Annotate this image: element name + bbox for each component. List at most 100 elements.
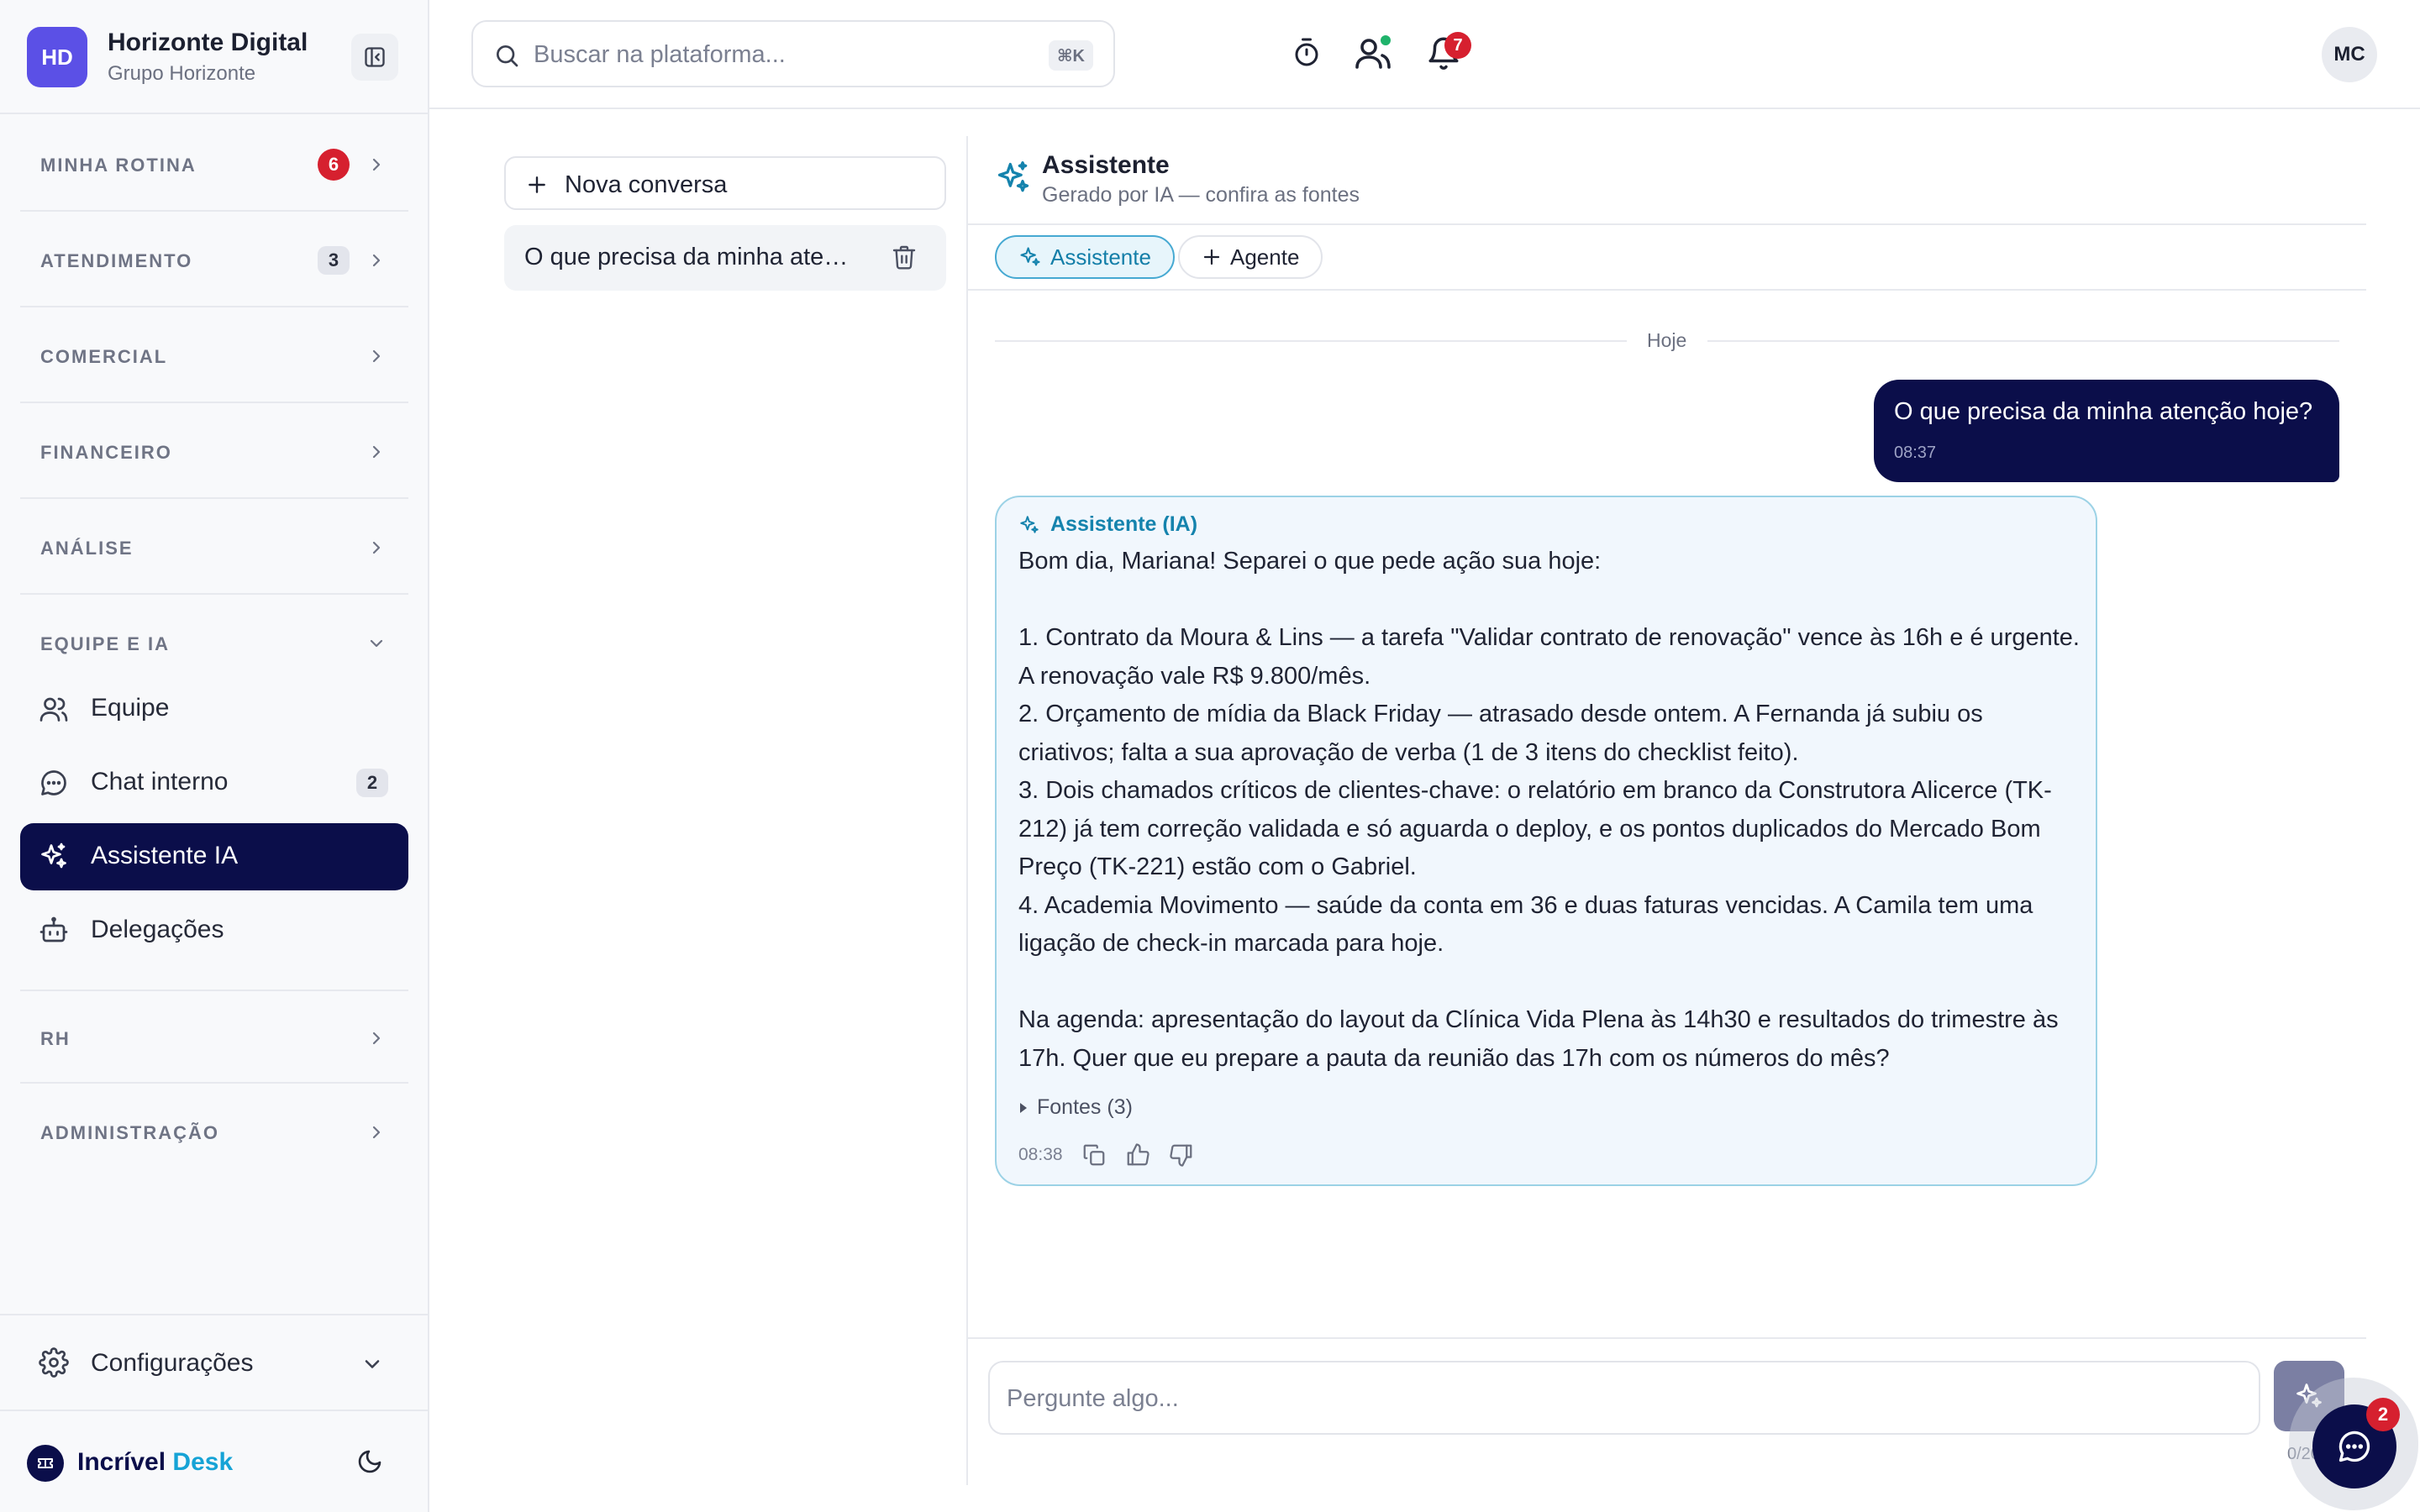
tab-agente[interactable]: Agente bbox=[1178, 235, 1323, 279]
message-paragraph: Bom dia, Mariana! Separei o que pede açã… bbox=[1018, 548, 1602, 575]
sidebar-section-minha-rotina[interactable]: MINHA ROTINA 6 bbox=[20, 118, 408, 212]
section-badge: 3 bbox=[318, 246, 350, 275]
brand-name: Incrível Desk bbox=[77, 1448, 234, 1476]
org-group: Grupo Horizonte bbox=[108, 62, 256, 85]
sidebar-item-chat-interno[interactable]: Chat interno 2 bbox=[20, 749, 408, 816]
search-input[interactable] bbox=[534, 34, 1004, 76]
composer-area: 0/2000 bbox=[968, 1337, 2366, 1485]
chevron-right-icon bbox=[372, 158, 381, 171]
sidebar-item-equipe[interactable]: Equipe bbox=[20, 675, 408, 743]
sidebar-section-rh[interactable]: RH bbox=[20, 990, 408, 1084]
thumbs-up-icon[interactable] bbox=[1125, 1142, 1150, 1168]
sidebar-item-label: Equipe bbox=[91, 694, 170, 722]
section-label: COMERCIAL bbox=[40, 346, 168, 367]
new-conversation-label: Nova conversa bbox=[565, 171, 728, 198]
sidebar: HD Horizonte Digital Grupo Horizonte MIN… bbox=[0, 0, 429, 1512]
sidebar-section-equipe-e-ia[interactable]: EQUIPE E IA bbox=[20, 596, 408, 664]
presence-button[interactable] bbox=[1354, 32, 1394, 72]
user-avatar[interactable]: MC bbox=[2322, 27, 2377, 82]
sidebar-section-analise[interactable]: ANÁLISE bbox=[20, 501, 408, 595]
section-label: ADMINISTRAÇÃO bbox=[40, 1122, 219, 1143]
sidebar-section-administracao[interactable]: ADMINISTRAÇÃO bbox=[20, 1085, 408, 1179]
tab-label: Assistente bbox=[1050, 244, 1151, 270]
sidebar-section-financeiro[interactable]: FINANCEIRO bbox=[20, 405, 408, 499]
message-input[interactable] bbox=[1007, 1378, 2233, 1420]
notifications-badge: 7 bbox=[1444, 32, 1471, 59]
message-time: 08:37 bbox=[1894, 444, 1937, 462]
settings-menu[interactable]: Configurações bbox=[0, 1314, 428, 1411]
tab-assistente[interactable]: Assistente bbox=[995, 235, 1175, 279]
plus-icon bbox=[529, 176, 545, 193]
chat-title: Assistente bbox=[1042, 151, 1170, 179]
user-presence-icon bbox=[1355, 35, 1391, 69]
sidebar-section-comercial[interactable]: COMERCIAL bbox=[20, 309, 408, 403]
timer-button[interactable] bbox=[1292, 35, 1322, 69]
tab-label: Agente bbox=[1230, 244, 1300, 270]
search-icon bbox=[497, 45, 518, 67]
sources-toggle[interactable]: Fontes (3) bbox=[1018, 1095, 1133, 1120]
org-logo: HD bbox=[27, 27, 87, 87]
section-label: FINANCEIRO bbox=[40, 442, 172, 463]
chat-bubble-icon bbox=[2338, 1431, 2370, 1462]
day-label: Hoje bbox=[1647, 329, 1687, 351]
sparkles-icon bbox=[1020, 515, 1039, 533]
thumbs-down-icon[interactable] bbox=[1169, 1142, 1194, 1168]
chat-bubble-icon bbox=[41, 770, 66, 795]
message-time: 08:38 bbox=[1018, 1145, 1063, 1164]
section-label: ATENDIMENTO bbox=[40, 250, 193, 271]
chevron-down-icon bbox=[365, 1360, 380, 1368]
brand-footer: Incrível Desk bbox=[0, 1411, 428, 1512]
message-text: O que precisa da minha atenção hoje? bbox=[1894, 398, 2313, 425]
copy-icon[interactable] bbox=[1081, 1142, 1107, 1168]
topbar: ⌘K 7 MC bbox=[429, 0, 2420, 109]
robot-icon bbox=[39, 916, 68, 942]
chat-header: Assistente Gerado por IA — confira as fo… bbox=[968, 136, 2366, 225]
users-icon bbox=[39, 697, 68, 722]
section-badge: 6 bbox=[318, 149, 350, 181]
org-switcher[interactable]: HD Horizonte Digital Grupo Horizonte bbox=[0, 0, 428, 114]
caret-right-icon bbox=[1020, 1102, 1027, 1113]
gear-icon bbox=[39, 1347, 69, 1378]
collapse-sidebar-button[interactable] bbox=[351, 34, 398, 81]
sidebar-section-atendimento[interactable]: ATENDIMENTO 3 bbox=[20, 213, 408, 307]
settings-label: Configurações bbox=[91, 1349, 254, 1377]
plus-icon bbox=[1203, 249, 1220, 265]
org-name: Horizonte Digital bbox=[108, 29, 308, 56]
chevron-right-icon bbox=[372, 349, 381, 363]
sparkles-icon bbox=[41, 843, 66, 869]
chevron-right-icon bbox=[372, 1126, 381, 1139]
delete-conversation-button[interactable] bbox=[891, 244, 918, 270]
theme-toggle-button[interactable] bbox=[356, 1448, 383, 1475]
search-shortcut-hint: ⌘K bbox=[1049, 40, 1093, 71]
global-search[interactable]: ⌘K bbox=[471, 20, 1115, 87]
ticket-logo-icon bbox=[27, 1445, 64, 1482]
mode-tabs: Assistente Agente bbox=[968, 225, 2366, 291]
sidebar-item-delegacoes[interactable]: Delegações bbox=[20, 897, 408, 964]
message-actions: 08:38 bbox=[1018, 1142, 1194, 1168]
stopwatch-icon bbox=[1295, 38, 1318, 66]
new-conversation-button[interactable]: Nova conversa bbox=[504, 156, 946, 210]
assistant-label: Assistente (IA) bbox=[1018, 512, 1197, 537]
conversation-item[interactable]: O que precisa da minha atenção hoje? bbox=[504, 225, 946, 291]
sidebar-item-assistente-ia[interactable]: Assistente IA bbox=[20, 823, 408, 890]
chevron-right-icon bbox=[372, 541, 381, 554]
sidebar-item-label: Delegações bbox=[91, 916, 224, 943]
section-label: MINHA ROTINA bbox=[40, 155, 197, 176]
chevron-right-icon bbox=[372, 1032, 381, 1045]
message-paragraph: Na agenda: apresentação do layout da Clí… bbox=[1018, 1006, 2059, 1072]
composer[interactable] bbox=[988, 1361, 2260, 1435]
section-label: RH bbox=[40, 1028, 71, 1049]
day-separator: Hoje bbox=[995, 328, 2339, 353]
chat-unread-badge: 2 bbox=[356, 769, 388, 797]
chevron-down-icon bbox=[370, 639, 383, 648]
panel-divider bbox=[966, 136, 968, 1485]
conversation-title: O que precisa da minha atenção hoje? bbox=[524, 244, 860, 270]
chat-subtitle: Gerado por IA — confira as fontes bbox=[1042, 183, 1360, 207]
section-label: EQUIPE E IA bbox=[40, 633, 171, 654]
section-label: ANÁLISE bbox=[40, 538, 134, 559]
assistant-message: Assistente (IA) Bom dia, Mariana! Separe… bbox=[995, 496, 2097, 1186]
sidebar-item-label: Chat interno bbox=[91, 768, 229, 795]
trash-icon bbox=[892, 245, 916, 270]
fab-badge: 2 bbox=[2366, 1398, 2400, 1431]
user-message: O que precisa da minha atenção hoje? 08:… bbox=[1874, 380, 2339, 482]
